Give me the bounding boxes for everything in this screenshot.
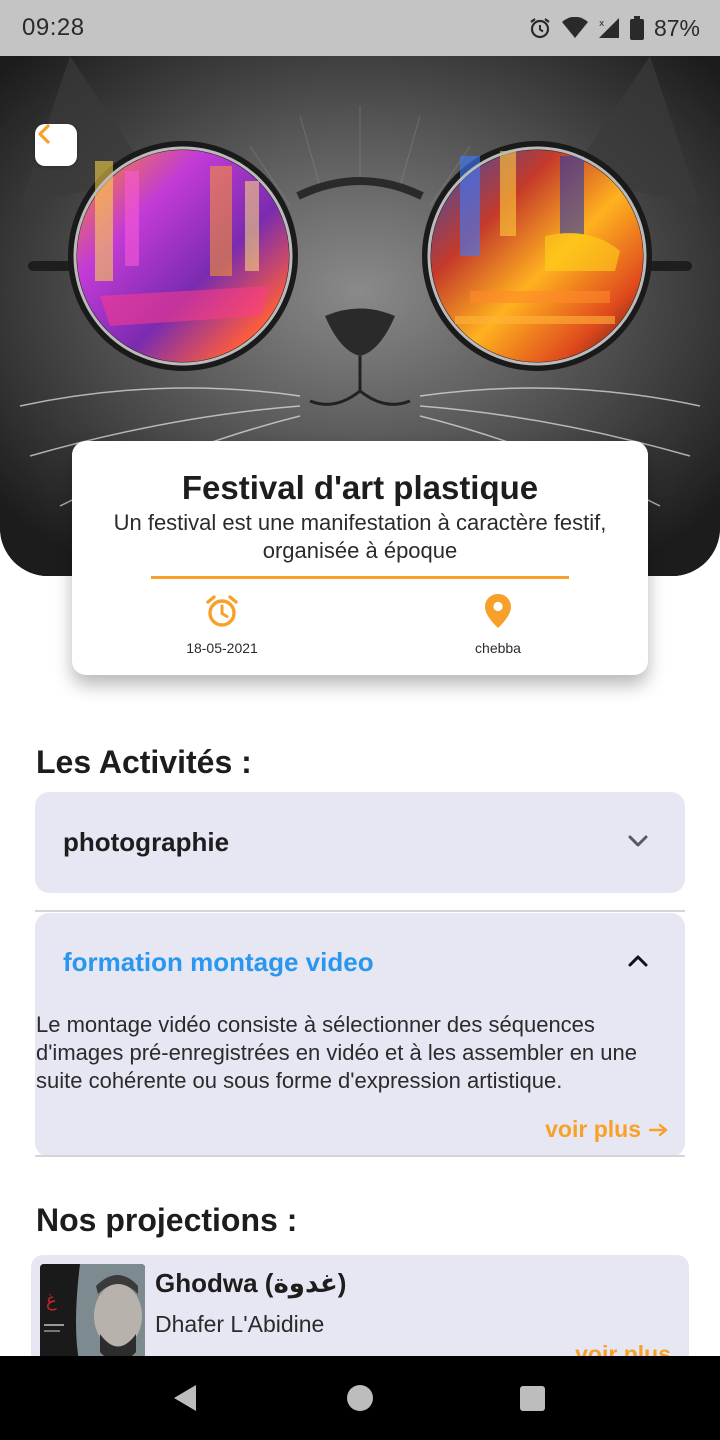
nav-recents-icon[interactable]: [520, 1386, 545, 1411]
voir-plus-label: voir plus: [545, 1116, 641, 1142]
activity-accordion-photographie[interactable]: photographie: [35, 792, 685, 893]
activity-description: Le montage vidéo consiste à sélectionner…: [36, 1012, 637, 1093]
voir-plus-link[interactable]: voir plus: [545, 1116, 669, 1143]
event-info-card: Festival d'art plastique Un festival est…: [72, 441, 648, 675]
projections-title: Nos projections :: [36, 1202, 298, 1238]
activities-title: Les Activités :: [36, 744, 252, 780]
back-button[interactable]: [35, 124, 77, 166]
accordion-divider: [35, 1155, 685, 1157]
activity-accordion-montage[interactable]: formation montage video Le montage vidéo…: [35, 913, 685, 1157]
projection-title: Ghodwa (غدوة): [155, 1268, 347, 1298]
event-description: Un festival est une manifestation à cara…: [113, 510, 607, 563]
projection-director: Dhafer L'Abidine: [155, 1311, 325, 1337]
cell-signal-icon: x: [598, 17, 620, 39]
status-time: 09:28: [22, 14, 85, 41]
location-pin-icon: [483, 593, 513, 634]
event-date: 18-05-2021: [142, 593, 302, 656]
status-icons: x 87%: [528, 15, 700, 42]
activity-label: formation montage video: [63, 947, 374, 977]
system-nav-bar: [0, 1356, 720, 1440]
event-location-text: chebba: [475, 640, 521, 656]
chevron-up-icon[interactable]: [627, 953, 649, 974]
activity-label: photographie: [63, 827, 230, 857]
svg-text:غ: غ: [46, 1290, 57, 1311]
alarm-clock-icon: [204, 593, 240, 634]
chevron-down-icon[interactable]: [627, 833, 649, 854]
wifi-icon: [561, 17, 588, 39]
battery-percent: 87%: [653, 14, 700, 41]
alarm-icon: [528, 16, 552, 40]
nav-home-icon[interactable]: [347, 1385, 373, 1411]
event-title: Festival d'art plastique: [181, 469, 539, 506]
event-location: chebba: [418, 593, 578, 656]
battery-icon: [629, 16, 644, 40]
event-date-text: 18-05-2021: [186, 640, 258, 656]
card-divider: [151, 576, 569, 579]
accordion-divider: [35, 910, 685, 912]
svg-text:x: x: [599, 19, 605, 29]
arrow-right-icon: [648, 1116, 669, 1143]
status-bar: 09:28 x 87%: [0, 0, 720, 56]
nav-back-icon[interactable]: [172, 1384, 198, 1417]
